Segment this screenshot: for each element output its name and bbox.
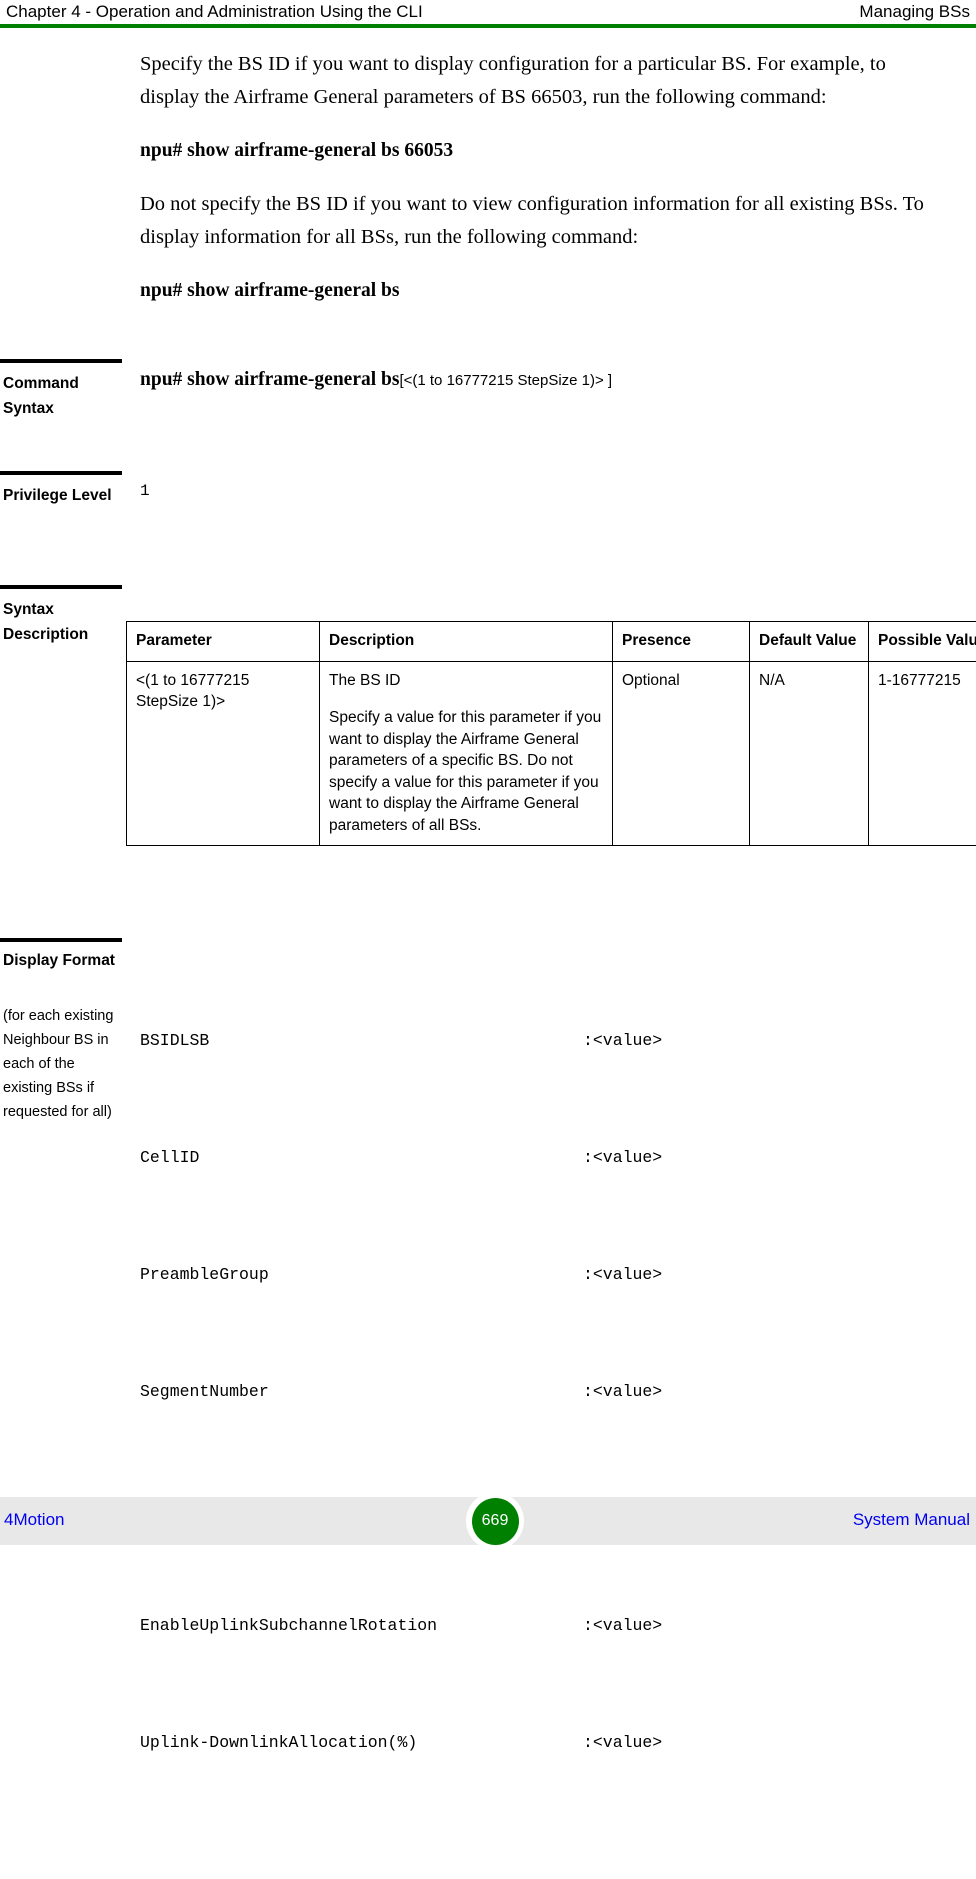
display-format-value: :<value> — [583, 1372, 662, 1411]
command-syntax-rule — [0, 359, 122, 363]
display-format-value: :<value> — [583, 1723, 662, 1762]
display-format-row: Display Format (for each existing Neighb… — [0, 938, 976, 1238]
display-format-line: CellID :<value> — [140, 1138, 976, 1177]
display-format-key: PreambleGroup — [140, 1255, 269, 1294]
syntax-description-row: Syntax Description Parameter Description… — [0, 585, 976, 938]
syntax-description-table: Parameter Description Presence Default V… — [126, 621, 976, 846]
display-format-value: :<value> — [583, 1606, 662, 1645]
command-syntax-row: Command Syntax npu# show airframe-genera… — [0, 359, 976, 471]
page-footer: 4Motion 669 System Manual — [0, 1497, 976, 1545]
intro-paragraph-1: Specify the BS ID if you want to display… — [140, 48, 942, 114]
cell-parameter: <(1 to 16777215 StepSize 1)> — [127, 661, 320, 846]
display-format-value: :<value> — [583, 1255, 662, 1294]
table-header-presence: Presence — [613, 622, 750, 662]
display-format-key: BSIDLSB — [140, 1021, 209, 1060]
command-syntax-label: Command Syntax — [3, 371, 123, 421]
privilege-level-label: Privilege Level — [3, 483, 123, 508]
syntax-description-rule — [0, 585, 122, 589]
example-command-1: npu# show airframe-general bs 66053 — [140, 136, 976, 166]
footer-manual-name[interactable]: System Manual — [853, 1510, 970, 1530]
table-header-row: Parameter Description Presence Default V… — [127, 622, 976, 662]
header-divider-rule — [0, 24, 976, 28]
footer-product-name[interactable]: 4Motion — [4, 1510, 64, 1530]
command-syntax-value: npu# show airframe-general bs[<(1 to 167… — [140, 367, 976, 394]
display-format-key: SegmentNumber — [140, 1372, 269, 1411]
display-format-line: EnableUplinkSubchannelRotation :<value> — [140, 1606, 976, 1645]
table-row: <(1 to 16777215 StepSize 1)> The BS ID S… — [127, 661, 976, 846]
cell-description-line-2: Specify a value for this parameter if yo… — [329, 707, 603, 836]
syntax-description-label: Syntax Description — [3, 597, 123, 647]
cell-description-line-1: The BS ID — [329, 670, 603, 692]
intro-paragraph-2: Do not specify the BS ID if you want to … — [140, 188, 942, 254]
table-header-description: Description — [320, 622, 613, 662]
display-format-line: PreambleGroup :<value> — [140, 1255, 976, 1294]
header-section-title: Managing BSs — [859, 1, 970, 23]
display-format-label: Display Format — [3, 948, 123, 973]
page-header: Chapter 4 - Operation and Administration… — [0, 0, 976, 29]
display-format-key: EnableUplinkSubchannelRotation — [140, 1606, 437, 1645]
cell-description: The BS ID Specify a value for this param… — [320, 661, 613, 846]
table-header-default-value: Default Value — [750, 622, 869, 662]
privilege-level-row: Privilege Level 1 — [0, 471, 976, 585]
display-format-value: :<value> — [583, 1138, 662, 1177]
display-format-key: CellID — [140, 1138, 199, 1177]
page-content: Specify the BS ID if you want to display… — [0, 29, 976, 1238]
cell-presence: Optional — [613, 661, 750, 846]
display-format-key: Uplink-DownlinkAllocation(%) — [140, 1723, 417, 1762]
display-format-rule — [0, 938, 122, 942]
display-format-note: (for each existing Neighbour BS in each … — [3, 1004, 119, 1124]
table-header-possible-values: Possible Values — [869, 622, 976, 662]
display-format-line: Uplink-DownlinkAllocation(%) :<value> — [140, 1723, 976, 1762]
header-chapter-title: Chapter 4 - Operation and Administration… — [6, 1, 423, 23]
cell-possible-values: 1-16777215 — [869, 661, 976, 846]
privilege-level-value: 1 — [140, 479, 976, 503]
table-header-parameter: Parameter — [127, 622, 320, 662]
cell-default-value: N/A — [750, 661, 869, 846]
command-syntax-optional: [<(1 to 16777215 StepSize 1)> ] — [399, 372, 612, 389]
display-format-value: :<value> — [583, 1021, 662, 1060]
example-command-2: npu# show airframe-general bs — [140, 276, 976, 306]
page-number: 669 — [472, 1498, 519, 1545]
privilege-level-rule — [0, 471, 122, 475]
page-number-badge: 669 — [466, 1492, 524, 1550]
display-format-line: BSIDLSB :<value> — [140, 1021, 976, 1060]
display-format-listing: BSIDLSB :<value> CellID :<value> Preambl… — [140, 943, 976, 1840]
display-format-line: SegmentNumber :<value> — [140, 1372, 976, 1411]
command-syntax-command: npu# show airframe-general bs — [140, 369, 399, 390]
